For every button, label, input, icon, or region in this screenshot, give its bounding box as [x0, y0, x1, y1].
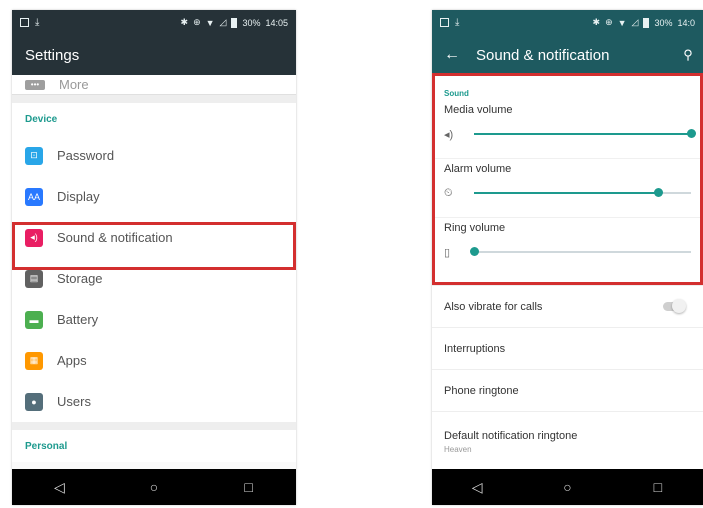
- vibrate-toggle[interactable]: [663, 299, 686, 313]
- back-nav-icon[interactable]: ◁: [457, 479, 497, 496]
- phone-ringtone-item[interactable]: Phone ringtone: [432, 369, 703, 411]
- battery-icon: [231, 17, 238, 28]
- volume-label: Alarm volume: [444, 163, 512, 175]
- settings-item-label: Battery: [57, 312, 99, 327]
- apps-icon: ▦: [25, 351, 43, 370]
- slider-fill: [474, 133, 691, 135]
- signal-icon: ◿: [631, 17, 639, 27]
- section-divider: [12, 95, 296, 103]
- app-bar: Settings: [12, 35, 296, 75]
- slider-thumb[interactable]: [654, 188, 664, 197]
- settings-item-label: Storage: [57, 271, 103, 286]
- volume-label: Media volume: [444, 104, 513, 116]
- settings-item-label: More: [59, 77, 89, 92]
- settings-item-display[interactable]: AA Display: [12, 176, 296, 217]
- more-icon: •••: [25, 79, 45, 90]
- sound-notification-screen: ⤓ ✱ ⊕ ▼ ◿ 30% 14:0 ← Sound & notificatio…: [432, 10, 703, 505]
- slider-fill: [474, 192, 659, 194]
- recents-nav-icon[interactable]: □: [638, 479, 678, 495]
- toggle-knob: [672, 299, 686, 313]
- media-volume-setting: Media volume ◂): [432, 100, 703, 159]
- notification-icon: [20, 18, 29, 27]
- home-nav-icon[interactable]: ○: [547, 479, 587, 495]
- storage-icon: ▤: [25, 269, 43, 288]
- section-divider: [12, 422, 296, 430]
- data-icon: ⊕: [193, 17, 201, 27]
- volume-label: Ring volume: [444, 222, 506, 234]
- speaker-icon: ◂): [444, 128, 454, 141]
- alarm-volume-setting: Alarm volume ⏲: [432, 159, 703, 218]
- setting-label: Phone ringtone: [444, 384, 519, 397]
- app-bar: ← Sound & notification ⚲: [432, 35, 703, 75]
- setting-label: Interruptions: [444, 342, 506, 355]
- battery-icon: [643, 17, 650, 28]
- lock-icon: ⊡: [25, 146, 43, 165]
- page-title: Sound & notification: [476, 46, 610, 64]
- status-bar: ⤓ ✱ ⊕ ▼ ◿ 30% 14:0: [432, 10, 703, 35]
- settings-item-label: Apps: [57, 353, 87, 368]
- settings-item-label: Sound & notification: [57, 230, 173, 245]
- clock: 14:0: [677, 17, 695, 28]
- wifi-icon: ▼: [205, 17, 215, 28]
- slider-thumb[interactable]: [470, 247, 479, 256]
- speaker-icon: ◂): [25, 228, 43, 247]
- data-icon: ⊕: [605, 17, 613, 27]
- settings-item-sound-notification[interactable]: ◂) Sound & notification: [12, 217, 296, 258]
- setting-label: Also vibrate for calls: [444, 300, 543, 313]
- settings-item-users[interactable]: ● Users: [12, 381, 296, 422]
- section-header-device: Device: [12, 103, 296, 135]
- status-bar: ⤓ ✱ ⊕ ▼ ◿ 30% 14:05: [12, 10, 296, 35]
- bluetooth-icon: ✱: [180, 17, 189, 27]
- settings-item-label: Password: [57, 148, 115, 163]
- settings-item-more[interactable]: ••• More: [12, 75, 296, 95]
- display-icon: AA: [25, 187, 43, 206]
- battery-percent: 30%: [654, 17, 673, 28]
- settings-item-label: Display: [57, 189, 100, 204]
- recents-nav-icon[interactable]: □: [229, 479, 269, 495]
- setting-value: Heaven: [444, 444, 472, 454]
- signal-icon: ◿: [219, 17, 227, 27]
- bluetooth-icon: ✱: [592, 17, 601, 27]
- device-settings-list: ⊡ Password AA Display ◂) Sound & notific…: [12, 135, 296, 422]
- back-nav-icon[interactable]: ◁: [39, 479, 79, 496]
- settings-item-storage[interactable]: ▤ Storage: [12, 258, 296, 299]
- page-title: Settings: [25, 46, 80, 64]
- settings-item-battery[interactable]: ▬ Battery: [12, 299, 296, 340]
- alarm-volume-slider[interactable]: [474, 188, 691, 197]
- back-arrow-icon[interactable]: ←: [444, 46, 476, 64]
- notification-icon: [440, 18, 449, 27]
- setting-label: Default notification ringtone: [444, 429, 578, 442]
- vibrate-for-calls-item[interactable]: Also vibrate for calls: [432, 285, 703, 327]
- nav-bar: ◁ ○ □: [432, 469, 703, 505]
- clock: 14:05: [265, 17, 288, 28]
- media-volume-slider[interactable]: [474, 129, 696, 138]
- settings-item-apps[interactable]: ▦ Apps: [12, 340, 296, 381]
- settings-item-password[interactable]: ⊡ Password: [12, 135, 296, 176]
- download-icon: ⤓: [35, 17, 40, 28]
- interruptions-item[interactable]: Interruptions: [432, 327, 703, 369]
- battery-percent: 30%: [242, 17, 261, 28]
- home-nav-icon[interactable]: ○: [134, 479, 174, 495]
- alarm-icon: ⏲: [444, 186, 453, 199]
- section-header-sound: Sound: [444, 89, 469, 98]
- section-header-personal: Personal: [12, 430, 296, 462]
- search-icon[interactable]: ⚲: [673, 47, 703, 63]
- download-icon: ⤓: [455, 17, 460, 28]
- users-icon: ●: [25, 392, 43, 411]
- ring-volume-setting: Ring volume ▯: [432, 218, 703, 277]
- battery-icon: ▬: [25, 310, 43, 329]
- settings-item-label: Users: [57, 394, 91, 409]
- ring-volume-slider[interactable]: [470, 247, 691, 256]
- default-notification-ringtone-item[interactable]: Default notification ringtone Heaven: [432, 411, 703, 471]
- wifi-icon: ▼: [617, 17, 627, 28]
- sound-settings-list: Sound Media volume ◂) Alarm volume ⏲ Rin…: [432, 75, 703, 471]
- slider-thumb[interactable]: [687, 129, 696, 138]
- nav-bar: ◁ ○ □: [12, 469, 296, 505]
- settings-screen: ⤓ ✱ ⊕ ▼ ◿ 30% 14:05 Settings ••• More De…: [12, 10, 296, 505]
